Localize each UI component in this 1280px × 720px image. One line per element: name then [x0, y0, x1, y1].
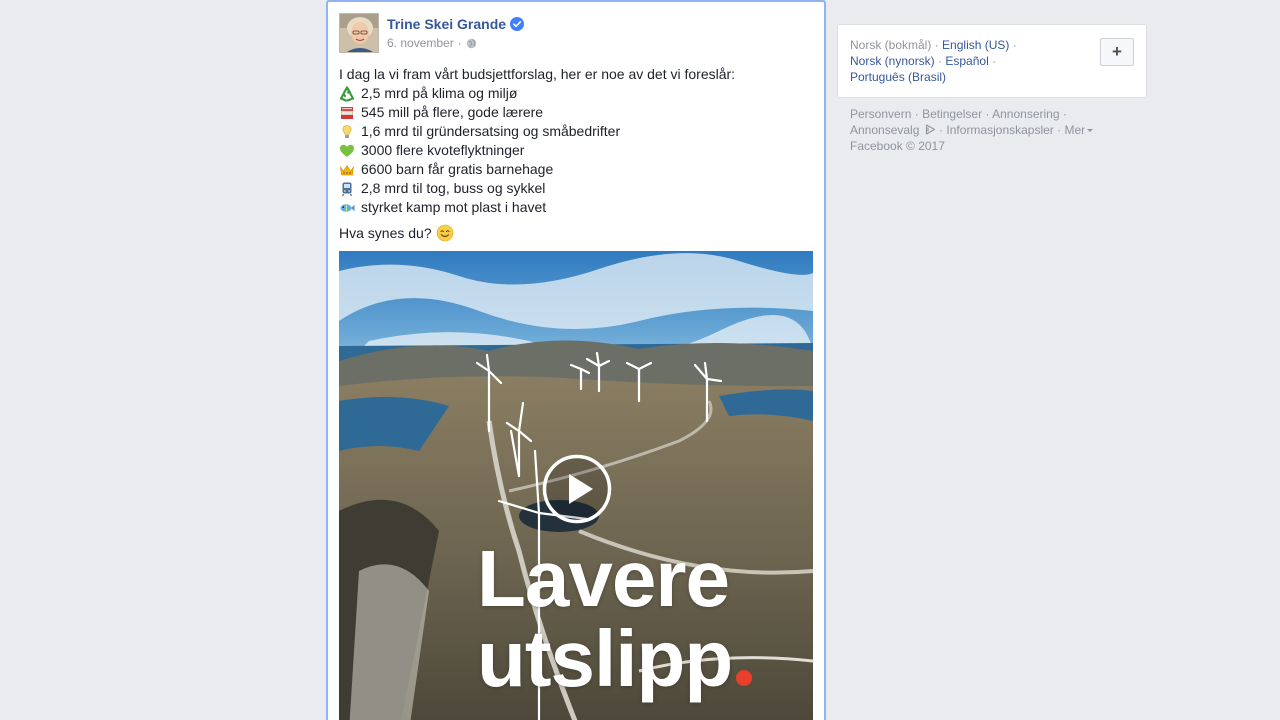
list-item-text: 2,5 mrd på klima og miljø — [361, 85, 518, 101]
video-overlay-line-2-text: utslipp — [477, 614, 733, 703]
smile-icon — [436, 224, 454, 242]
add-language-button[interactable]: + — [1100, 38, 1134, 66]
lightbulb-icon — [339, 124, 355, 140]
list-item: 545 mill på flere, gode lærere — [339, 103, 809, 122]
footer-adchoices-link[interactable]: Annonsevalg — [850, 123, 919, 137]
footer-terms-link[interactable]: Betingelser — [922, 107, 982, 121]
footer-more-link[interactable]: Mer — [1065, 123, 1094, 137]
list-item-text: 1,6 mrd til gründersatsing og småbedrift… — [361, 123, 621, 139]
green-heart-icon — [339, 143, 355, 159]
verified-badge-icon — [510, 17, 525, 31]
language-list: Norsk (bokmål) · English (US) · Norsk (n… — [850, 37, 1090, 85]
post-date[interactable]: 6. november — [387, 36, 454, 50]
adchoices-icon[interactable] — [925, 124, 936, 135]
video-overlay-line-2: utslipp — [477, 619, 813, 699]
language-selector: Norsk (bokmål) · English (US) · Norsk (n… — [837, 24, 1147, 98]
list-item-text: 6600 barn får gratis barnehage — [361, 161, 554, 177]
play-button-icon[interactable] — [542, 454, 612, 524]
books-icon — [339, 105, 355, 121]
separator: · — [1057, 123, 1065, 137]
list-item: 6600 barn får gratis barnehage — [339, 160, 809, 179]
post-meta: 6. november · — [387, 36, 477, 50]
footer-advertising-link[interactable]: Annonsering — [992, 107, 1059, 121]
footer-copyright: Facebook © 2017 — [850, 139, 945, 153]
separator: · — [992, 54, 997, 68]
recycle-icon — [339, 85, 355, 102]
footer-cookies-link[interactable]: Informasjonskapsler — [946, 123, 1053, 137]
post-question: Hva synes du? — [339, 223, 809, 243]
list-item-text: 3000 flere kvoteflyktninger — [361, 142, 525, 158]
language-current: Norsk (bokmål) — [850, 38, 932, 52]
footer-more-label: Mer — [1064, 123, 1086, 137]
list-item: 2,8 mrd til tog, buss og sykkel — [339, 179, 809, 198]
fish-icon — [339, 200, 355, 216]
list-item: 3000 flere kvoteflyktninger — [339, 141, 809, 160]
accent-dot — [736, 670, 753, 686]
separator: · — [934, 38, 939, 52]
caret-down-icon — [1087, 129, 1094, 133]
crown-icon — [339, 162, 355, 178]
footer-links: Personvern · Betingelser · Annonsering ·… — [850, 106, 1150, 154]
question-text: Hva synes du? — [339, 224, 432, 241]
video-player[interactable]: Lavere utslipp — [339, 251, 813, 720]
list-item: 1,6 mrd til gründersatsing og småbedrift… — [339, 122, 809, 141]
separator: · — [1012, 38, 1017, 52]
language-portuguese[interactable]: Português (Brasil) — [850, 70, 946, 84]
list-item: styrket kamp mot plast i havet — [339, 198, 809, 217]
globe-icon[interactable] — [466, 38, 477, 49]
list-item-text: 2,8 mrd til tog, buss og sykkel — [361, 180, 546, 196]
list-item: 2,5 mrd på klima og miljø — [339, 84, 809, 103]
separator: · — [1062, 107, 1067, 121]
footer-privacy-link[interactable]: Personvern — [850, 107, 911, 121]
post-card: Trine Skei Grande 6. november · I dag la… — [326, 0, 826, 720]
post-header: Trine Skei Grande 6. november · — [339, 13, 809, 55]
post-body: I dag la vi fram vårt budsjettforslag, h… — [339, 65, 809, 243]
post-intro: I dag la vi fram vårt budsjettforslag, h… — [339, 66, 736, 82]
language-spanish[interactable]: Español — [945, 54, 988, 68]
avatar-image — [340, 14, 378, 52]
author-row: Trine Skei Grande — [387, 15, 525, 33]
video-overlay-line-1: Lavere — [477, 534, 730, 623]
separator: · — [914, 107, 923, 121]
language-english[interactable]: English (US) — [942, 38, 1009, 52]
author-avatar[interactable] — [339, 13, 379, 53]
meta-separator: · — [457, 36, 462, 50]
train-icon — [339, 181, 355, 197]
separator: · — [938, 54, 943, 68]
list-item-text: 545 mill på flere, gode lærere — [361, 104, 544, 120]
language-nynorsk[interactable]: Norsk (nynorsk) — [850, 54, 935, 68]
list-item-text: styrket kamp mot plast i havet — [361, 199, 547, 215]
author-name[interactable]: Trine Skei Grande — [387, 16, 506, 32]
